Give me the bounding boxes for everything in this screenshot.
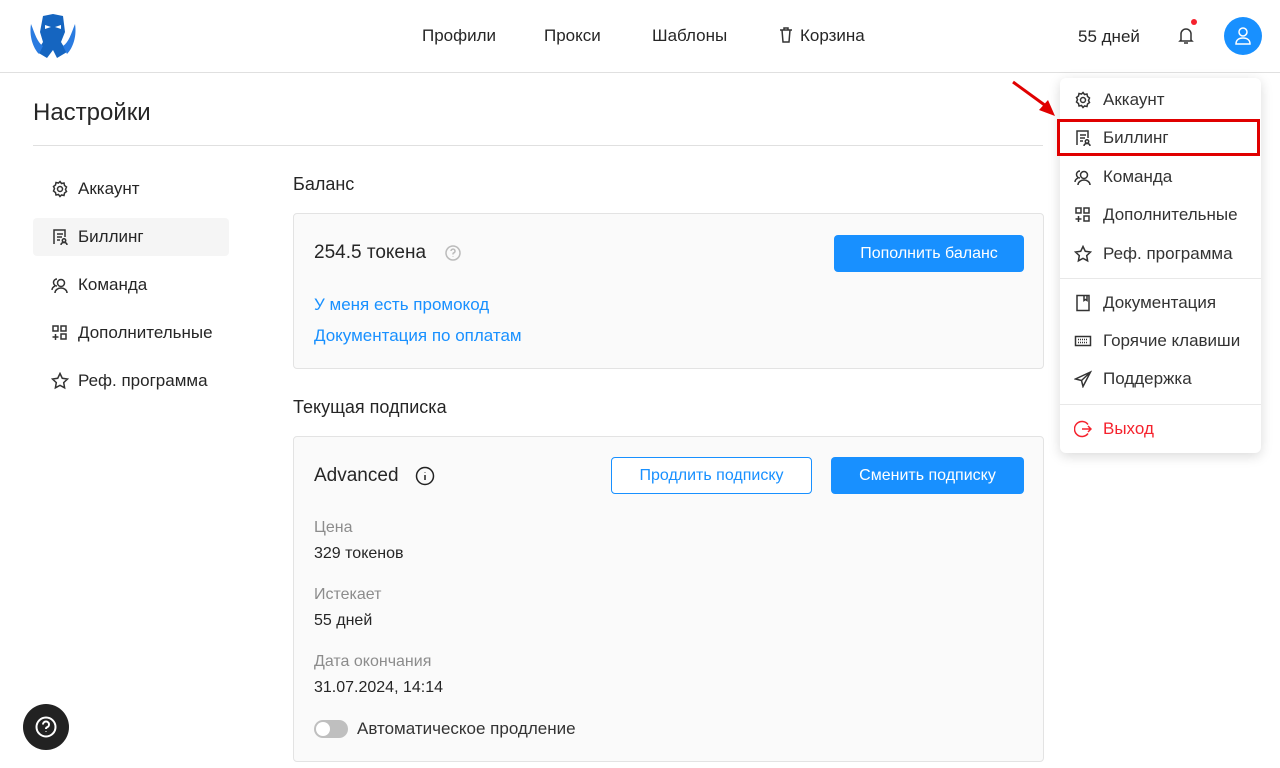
menu-divider	[1060, 278, 1261, 279]
balance-amount: 254.5 токена	[314, 242, 427, 263]
menu-item-logout[interactable]: Выход	[1060, 410, 1261, 448]
extend-subscription-button[interactable]: Продлить подписку	[611, 457, 812, 494]
help-icon[interactable]	[445, 245, 461, 261]
sidebar-item-account[interactable]: Аккаунт	[33, 170, 229, 208]
top-header: Профили Прокси Шаблоны Корзина 55 дней	[0, 0, 1280, 73]
menu-item-account[interactable]: Аккаунт	[1060, 81, 1261, 119]
expires-label: Истекает	[314, 586, 382, 603]
user-icon	[1235, 27, 1251, 45]
sidebar-item-label: Биллинг	[78, 227, 144, 246]
page-title: Настройки	[33, 99, 151, 126]
menu-divider	[1060, 404, 1261, 405]
menu-item-label: Дополнительные	[1103, 205, 1238, 224]
subscription-card: Advanced Продлить подписку Сменить подпи…	[293, 436, 1044, 762]
menu-item-label: Поддержка	[1103, 369, 1192, 388]
question-icon	[35, 716, 57, 738]
auto-renew-label: Автоматическое продление	[357, 719, 576, 738]
menu-item-team[interactable]: Команда	[1060, 158, 1261, 196]
team-icon	[1074, 170, 1091, 186]
bell-icon[interactable]	[1177, 26, 1195, 46]
sidebar-item-additional[interactable]: Дополнительные	[33, 314, 229, 352]
trash-icon	[780, 27, 792, 43]
avatar[interactable]	[1224, 17, 1262, 55]
end-date-value: 31.07.2024, 14:14	[314, 679, 444, 696]
menu-item-docs[interactable]: Документация	[1060, 284, 1261, 322]
menu-item-referral[interactable]: Реф. программа	[1060, 235, 1261, 273]
nav-profiles[interactable]: Профили	[422, 26, 496, 46]
promo-link[interactable]: У меня есть промокод	[314, 295, 489, 315]
sidebar-item-label: Реф. программа	[78, 371, 208, 390]
balance-heading: Баланс	[293, 174, 355, 194]
apps-icon	[1075, 207, 1090, 222]
apps-icon	[52, 325, 67, 340]
menu-item-hotkeys[interactable]: Горячие клавиши	[1060, 322, 1261, 360]
menu-item-label: Аккаунт	[1103, 90, 1165, 109]
info-icon[interactable]	[415, 466, 435, 486]
sidebar-item-label: Команда	[78, 275, 148, 294]
change-subscription-button[interactable]: Сменить подписку	[831, 457, 1024, 494]
price-label: Цена	[314, 519, 353, 536]
arrow-annotation	[1012, 80, 1055, 116]
days-left: 55 дней	[1078, 27, 1140, 46]
payment-docs-link[interactable]: Документация по оплатам	[314, 326, 522, 346]
menu-item-label: Горячие клавиши	[1103, 331, 1241, 350]
topup-button[interactable]: Пополнить баланс	[834, 235, 1024, 272]
auto-renew-toggle[interactable]	[314, 720, 348, 738]
sidebar-item-label: Аккаунт	[78, 179, 140, 198]
menu-item-label: Реф. программа	[1103, 244, 1233, 263]
gear-icon	[52, 180, 68, 198]
octopus-logo[interactable]	[27, 12, 79, 60]
menu-item-additional[interactable]: Дополнительные	[1060, 196, 1261, 234]
keyboard-icon	[1074, 335, 1092, 347]
sidebar-item-billing[interactable]: Биллинг	[33, 218, 229, 256]
plan-name: Advanced	[314, 465, 399, 486]
divider	[33, 145, 1043, 146]
telegram-icon	[1074, 370, 1092, 388]
sidebar-item-team[interactable]: Команда	[33, 266, 229, 304]
balance-card: 254.5 токена Пополнить баланс У меня ест…	[293, 213, 1044, 369]
help-button[interactable]	[23, 704, 69, 750]
sidebar-item-referral[interactable]: Реф. программа	[33, 362, 229, 400]
star-icon	[1074, 245, 1092, 263]
expires-value: 55 дней	[314, 612, 373, 629]
nav-proxies[interactable]: Прокси	[544, 26, 601, 46]
billing-icon	[53, 229, 68, 246]
team-icon	[51, 278, 68, 294]
end-date-label: Дата окончания	[314, 653, 432, 670]
star-icon	[51, 372, 69, 390]
price-value: 329 токенов	[314, 545, 404, 562]
logout-icon	[1074, 420, 1092, 438]
book-icon	[1076, 294, 1090, 312]
menu-item-label: Команда	[1103, 167, 1173, 186]
menu-item-support[interactable]: Поддержка	[1060, 360, 1261, 398]
menu-item-label: Выход	[1103, 419, 1154, 438]
nav-templates[interactable]: Шаблоны	[652, 26, 727, 46]
subscription-heading: Текущая подписка	[293, 397, 447, 417]
highlight-box	[1057, 119, 1260, 156]
sidebar-item-label: Дополнительные	[78, 323, 213, 342]
nav-trash[interactable]: Корзина	[800, 26, 865, 46]
notification-dot	[1191, 19, 1197, 25]
gear-icon	[1075, 91, 1091, 109]
menu-item-label: Документация	[1103, 293, 1217, 312]
